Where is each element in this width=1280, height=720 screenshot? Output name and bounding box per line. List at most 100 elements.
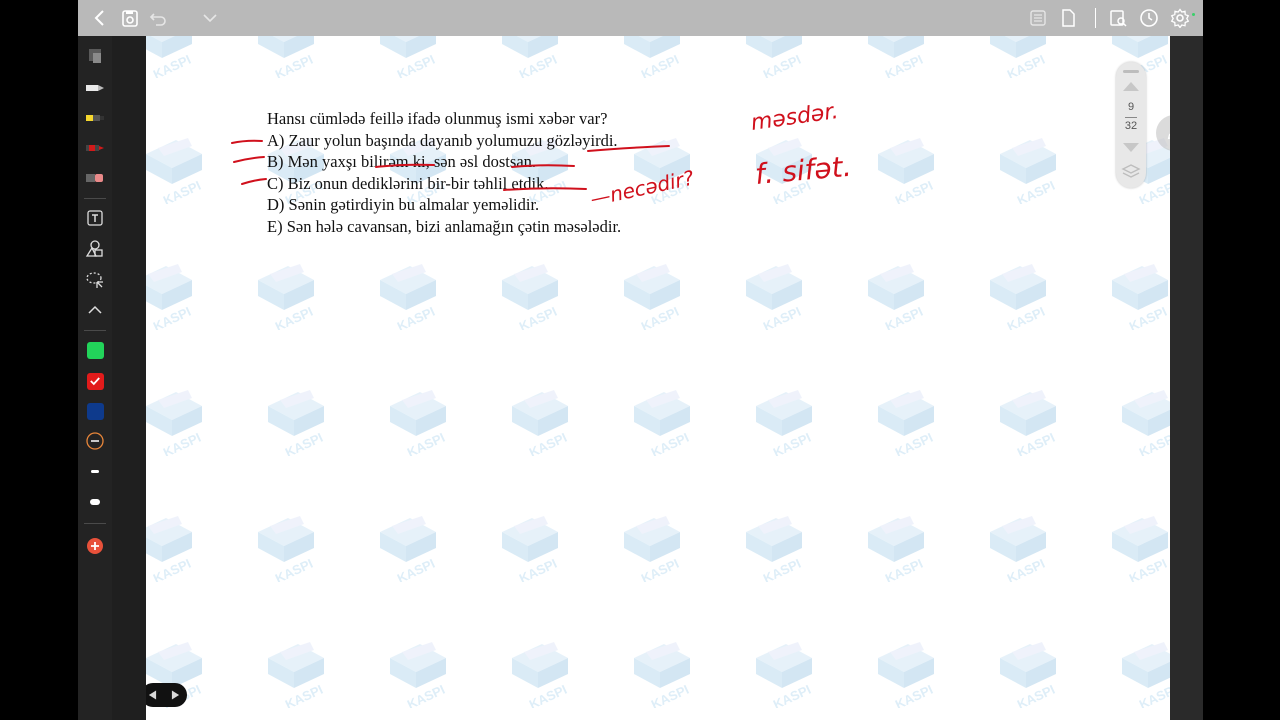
kaspi-watermark: KASPI	[980, 512, 1058, 586]
watermark-text: KASPI	[893, 178, 935, 204]
list-icon[interactable]	[1028, 8, 1048, 28]
kaspi-watermark: KASPI	[614, 260, 692, 334]
watermark-text: KASPI	[761, 556, 803, 582]
highlighter-icon[interactable]	[85, 108, 105, 128]
watermark-text: KASPI	[395, 556, 437, 582]
kaspi-watermark: KASPI	[868, 638, 946, 712]
watermark-text: KASPI	[395, 304, 437, 330]
option-d: D) Sənin gətirdiyin bu almalar yeməlidir…	[267, 195, 540, 214]
page-navigator: 9 32	[1116, 62, 1146, 188]
toolbar-separator	[84, 198, 106, 199]
chevron-down-icon[interactable]	[200, 8, 220, 28]
watermark-text: KASPI	[273, 52, 315, 78]
watermark-text: KASPI	[883, 52, 925, 78]
minus-circle-icon[interactable]	[85, 431, 105, 451]
watermark-text: KASPI	[283, 430, 325, 456]
page-arrows[interactable]	[146, 683, 187, 707]
kaspi-watermark: KASPI	[624, 638, 702, 712]
toolbar-divider	[1095, 8, 1096, 28]
color-swatch-red[interactable]	[85, 371, 105, 391]
watermark-text: KASPI	[761, 304, 803, 330]
kaspi-watermark: KASPI	[1112, 638, 1170, 712]
kaspi-watermark: KASPI	[1102, 260, 1170, 334]
kaspi-watermark: KASPI	[746, 134, 824, 208]
kaspi-watermark: KASPI	[990, 638, 1068, 712]
thick-line-icon[interactable]	[85, 492, 105, 512]
kaspi-watermark: KASPI	[858, 36, 936, 82]
watermark-text: KASPI	[161, 430, 203, 456]
add-icon[interactable]	[85, 536, 105, 556]
page-fraction-line	[1125, 117, 1137, 118]
swatch-navy	[86, 402, 104, 420]
prev-page-icon[interactable]	[148, 689, 157, 701]
kaspi-watermark: KASPI	[736, 260, 814, 334]
undo-icon[interactable]	[148, 8, 168, 28]
kaspi-watermark: KASPI	[248, 512, 326, 586]
left-toolbar	[78, 36, 112, 720]
page-up-icon[interactable]	[1122, 80, 1140, 92]
search-doc-icon[interactable]	[1108, 8, 1128, 28]
toolbar-separator	[84, 330, 106, 331]
swatch-red-selected	[86, 372, 104, 390]
layers-icon[interactable]	[1121, 162, 1141, 182]
watermark-text: KASPI	[161, 178, 203, 204]
option-b: B) Mən yaxşı bilirəm ki, sən əsl dostsan…	[267, 152, 537, 171]
kaspi-watermark: KASPI	[370, 36, 448, 82]
kaspi-watermark: KASPI	[146, 260, 204, 334]
page-icon[interactable]	[1058, 8, 1078, 28]
kaspi-watermark: KASPI	[502, 386, 580, 460]
watermark-text: KASPI	[639, 556, 681, 582]
kaspi-watermark: KASPI	[868, 386, 946, 460]
kaspi-watermark: KASPI	[736, 512, 814, 586]
kaspi-watermark: KASPI	[370, 260, 448, 334]
handwritten-note-1: məsdər.	[749, 99, 840, 136]
lasso-icon[interactable]	[85, 270, 105, 290]
kaspi-watermark: KASPI	[980, 36, 1058, 82]
clock-icon[interactable]	[1139, 8, 1159, 28]
watermark-text: KASPI	[1137, 682, 1170, 708]
page-down-icon[interactable]	[1122, 142, 1140, 154]
watermark-text: KASPI	[273, 556, 315, 582]
kaspi-watermark: KASPI	[380, 638, 458, 712]
kaspi-watermark: KASPI	[1102, 512, 1170, 586]
question-stem: Hansı cümlədə feillə ifadə olunmuş ismi …	[267, 109, 608, 128]
red-pen-icon[interactable]	[85, 138, 105, 158]
kaspi-watermark: KASPI	[492, 512, 570, 586]
text-icon[interactable]	[85, 208, 105, 228]
kaspi-watermark: KASPI	[1112, 386, 1170, 460]
pen-icon[interactable]	[85, 78, 105, 98]
kaspi-watermark: KASPI	[492, 260, 570, 334]
watermark-text: KASPI	[893, 682, 935, 708]
kaspi-watermark: KASPI	[146, 134, 214, 208]
current-page: 9	[1127, 101, 1135, 113]
right-margin	[1170, 36, 1203, 720]
watermark-text: KASPI	[771, 430, 813, 456]
kaspi-watermark: KASPI	[746, 386, 824, 460]
color-swatch-navy[interactable]	[85, 401, 105, 421]
watermark-text: KASPI	[883, 304, 925, 330]
gear-icon[interactable]	[1170, 8, 1190, 28]
document-page[interactable]: KASPI KASPI KASPI KASPI KASPI KASPI KASPI KASPI…	[146, 36, 1170, 720]
option-c: C) Biz onun dediklərini bir-bir təhlil e…	[267, 173, 549, 193]
watermark-text: KASPI	[883, 556, 925, 582]
color-swatch-green[interactable]	[85, 340, 105, 360]
watermark-text: KASPI	[405, 682, 447, 708]
shapes-icon[interactable]	[85, 239, 105, 259]
kaspi-watermark: KASPI	[248, 260, 326, 334]
top-toolbar	[78, 0, 1203, 36]
eraser-icon[interactable]	[85, 46, 105, 66]
save-icon[interactable]	[120, 8, 140, 28]
pink-eraser-icon[interactable]	[85, 168, 105, 188]
next-page-icon[interactable]	[171, 689, 180, 701]
watermark-text: KASPI	[1015, 682, 1057, 708]
option-e: E) Sən hələ cavansan, bizi anlamağın çət…	[267, 216, 622, 236]
collapse-icon[interactable]	[85, 300, 105, 320]
back-icon[interactable]	[90, 8, 110, 28]
watermark-text: KASPI	[771, 178, 813, 204]
thin-line-icon[interactable]	[85, 461, 105, 481]
kaspi-watermark: KASPI	[868, 134, 946, 208]
kaspi-watermark: KASPI	[614, 512, 692, 586]
watermark-text: KASPI	[1015, 430, 1057, 456]
watermark-text: KASPI	[1015, 178, 1057, 204]
watermark-text: KASPI	[517, 304, 559, 330]
